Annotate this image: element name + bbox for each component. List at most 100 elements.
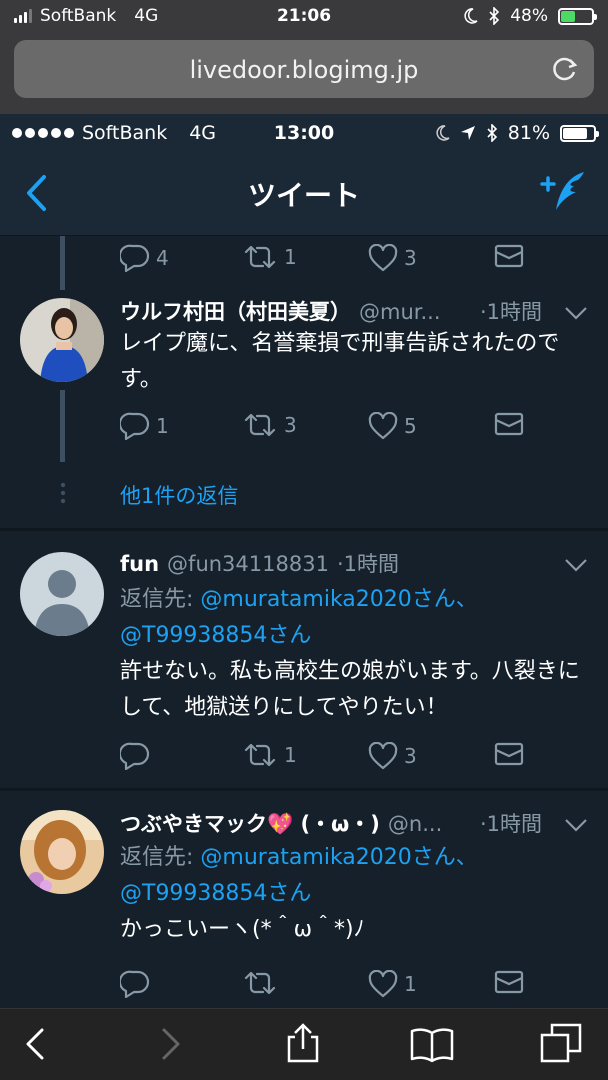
bluetooth-icon	[489, 7, 500, 25]
retweet-button[interactable]	[242, 970, 284, 996]
mention-link[interactable]: @T99938854さん	[120, 881, 311, 906]
retweet-icon	[244, 971, 276, 995]
more-replies-link[interactable]: 他1件の返信	[120, 480, 238, 510]
address-bar[interactable]: livedoor.blogimg.jp	[14, 40, 594, 98]
reply-button[interactable]	[120, 970, 156, 998]
tweet-actions: 4 1 3	[120, 244, 524, 274]
retweet-button[interactable]: 3	[242, 412, 297, 438]
tweet-actions: 1 3 5	[120, 412, 524, 442]
display-name[interactable]: つぶやきマック💖 (・ω・)	[120, 808, 380, 838]
tweet-time: ·1時間	[336, 552, 399, 576]
mail-icon	[494, 970, 524, 994]
mail-icon	[494, 244, 524, 268]
avatar[interactable]	[20, 298, 104, 382]
reply-button[interactable]: 1	[120, 412, 169, 440]
inner-status-bar: SoftBank 4G 13:00 81%	[0, 114, 608, 152]
tabs-icon[interactable]	[540, 1023, 582, 1063]
heart-icon	[368, 412, 398, 440]
reply-icon	[120, 412, 150, 440]
like-button[interactable]: 3	[368, 742, 417, 770]
share-icon[interactable]	[286, 1023, 320, 1063]
forward-icon[interactable]	[160, 1027, 182, 1061]
reply-prefix: 返信先:	[120, 587, 201, 612]
retweet-count: 3	[284, 413, 297, 437]
tweet-time: ·1時間	[480, 300, 543, 324]
chevron-down-icon[interactable]	[564, 818, 588, 832]
retweet-button[interactable]: 1	[242, 742, 297, 768]
tweet-header: つぶやきマック💖 (・ω・) @n...	[120, 808, 442, 838]
mention-link[interactable]: @muratamika2020さん、	[200, 587, 477, 612]
avatar[interactable]	[20, 810, 104, 894]
dm-button[interactable]	[494, 412, 524, 436]
tweet-feed[interactable]: 4 1 3 ウルフ村田（村田美夏） @mur... ·1時間 レイプ魔に、名誉棄…	[0, 236, 608, 1008]
like-button[interactable]: 1	[368, 970, 417, 998]
mention-link[interactable]: @muratamika2020さん、	[200, 845, 477, 870]
inner-battery-percent: 81%	[507, 122, 550, 144]
reply-count: 1	[156, 414, 169, 438]
heart-icon	[368, 970, 398, 998]
dm-button[interactable]	[494, 970, 524, 994]
tweet-header: ウルフ村田（村田美夏） @mur...	[120, 296, 441, 326]
retweet-icon	[244, 743, 276, 767]
page-title: ツイート	[247, 179, 360, 212]
moon-icon	[436, 125, 450, 141]
reply-icon	[120, 244, 150, 272]
avatar[interactable]	[20, 552, 104, 636]
thread-line	[60, 236, 65, 290]
battery-icon	[558, 7, 597, 25]
retweet-button[interactable]: 1	[242, 244, 297, 270]
reply-prefix: 返信先:	[120, 845, 201, 870]
mail-icon	[494, 412, 524, 436]
like-button[interactable]: 3	[368, 244, 417, 272]
heart-icon	[368, 244, 398, 272]
retweet-count: 1	[284, 743, 297, 767]
reply-to-line: 返信先: @muratamika2020さん、 @T99938854さん	[120, 582, 580, 654]
dm-button[interactable]	[494, 742, 524, 766]
retweet-icon	[244, 245, 276, 269]
chevron-down-icon[interactable]	[564, 558, 588, 572]
back-icon[interactable]	[24, 1027, 46, 1061]
nav-bar: ツイート	[0, 152, 608, 236]
retweet-count: 1	[284, 245, 297, 269]
bluetooth-icon	[487, 124, 497, 142]
display-name[interactable]: fun	[120, 552, 159, 576]
chevron-down-icon[interactable]	[564, 306, 588, 320]
moon-icon	[464, 8, 478, 24]
battery-percent: 48%	[510, 6, 548, 26]
like-button[interactable]: 5	[368, 412, 417, 440]
like-count: 3	[404, 744, 417, 768]
reply-count: 4	[156, 246, 169, 270]
tweet-actions: 1	[120, 970, 524, 1000]
tweet-header: fun @fun34118831 ·1時間	[120, 548, 399, 578]
reply-button[interactable]: 4	[120, 244, 169, 272]
browser-bottom-toolbar	[0, 1008, 608, 1080]
tweet-time: ·1時間	[480, 812, 543, 836]
outer-status-bar: SoftBank 4G 21:06 48%	[0, 0, 608, 34]
more-dots-icon	[60, 482, 66, 504]
user-handle[interactable]: @fun34118831	[167, 552, 329, 576]
divider	[0, 528, 608, 531]
user-handle[interactable]: @n...	[388, 812, 442, 836]
bookmarks-icon[interactable]	[410, 1027, 454, 1063]
reload-icon[interactable]	[550, 54, 580, 84]
display-name[interactable]: ウルフ村田（村田美夏）	[120, 296, 351, 326]
tweet-text: レイプ魔に、名誉棄損で刑事告訴されたのです。	[120, 331, 560, 392]
like-count: 1	[404, 972, 417, 996]
heart-icon	[368, 742, 398, 770]
reply-button[interactable]	[120, 742, 156, 770]
like-count: 5	[404, 414, 417, 438]
thread-line	[60, 390, 65, 462]
dm-button[interactable]	[494, 244, 524, 268]
url-text[interactable]: livedoor.blogimg.jp	[14, 56, 594, 84]
tweet-actions: 1 3	[120, 742, 524, 772]
location-icon	[460, 126, 475, 140]
reply-to-line: 返信先: @muratamika2020さん、 @T99938854さん	[120, 840, 580, 912]
divider	[0, 788, 608, 791]
battery-icon	[560, 124, 599, 142]
tweet-text: かっこいーヽ(*＾ω＾*)ﾉ	[120, 917, 365, 942]
retweet-icon	[244, 413, 276, 437]
mention-link[interactable]: @T99938854さん	[120, 623, 311, 648]
reply-icon	[120, 742, 150, 770]
user-handle[interactable]: @mur...	[359, 300, 441, 324]
compose-tweet-icon[interactable]	[540, 170, 588, 216]
